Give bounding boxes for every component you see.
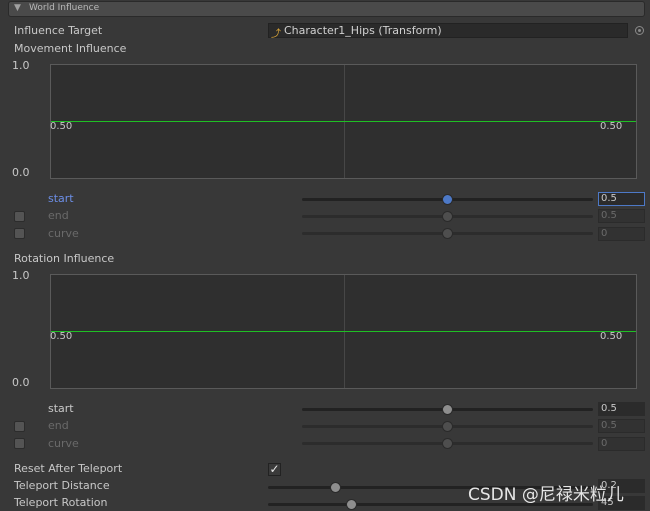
reset-after-teleport-label: Reset After Teleport (14, 462, 123, 475)
movement-end-slider-thumb[interactable] (443, 212, 452, 221)
rotation-curve-slider-thumb[interactable] (443, 439, 452, 448)
movement-axis-min: 0.0 (12, 166, 30, 179)
influence-target-value: Character1_Hips (Transform) (284, 24, 442, 37)
movement-end-field[interactable]: 0.5 (598, 209, 645, 223)
rotation-start-field[interactable]: 0.5 (598, 402, 645, 416)
movement-end-checkbox[interactable] (14, 211, 25, 222)
object-picker-icon[interactable] (635, 26, 644, 35)
watermark-text: CSDN @尼禄米粒儿 (468, 485, 624, 505)
rotation-curve-left-value: 0.50 (50, 331, 73, 342)
transform-icon: ⤴ (271, 29, 281, 40)
movement-curve-left-value: 0.50 (50, 121, 73, 132)
rotation-end-field[interactable]: 0.5 (598, 419, 645, 433)
rotation-curve-field[interactable]: 0 (598, 437, 645, 451)
movement-end-label: end (48, 209, 69, 222)
teleport-rotation-label: Teleport Rotation (14, 496, 108, 509)
rotation-curve-line[interactable] (51, 331, 636, 332)
section-title: World Influence (29, 3, 100, 13)
movement-influence-title: Movement Influence (14, 42, 127, 55)
movement-start-field[interactable]: 0.5 (598, 192, 645, 206)
reset-after-teleport-checkbox[interactable]: ✓ (268, 463, 281, 476)
movement-curve-graph[interactable] (50, 64, 637, 179)
movement-curve-field[interactable]: 0 (598, 227, 645, 241)
influence-target-field[interactable]: ⤴ Character1_Hips (Transform) (268, 23, 628, 40)
teleport-distance-label: Teleport Distance (14, 479, 110, 492)
movement-curve-right-value: 0.50 (600, 121, 623, 132)
movement-start-label: start (48, 192, 74, 205)
rotation-start-slider-thumb[interactable] (443, 405, 452, 414)
rotation-curve-label: curve (48, 437, 79, 450)
section-header[interactable]: ▼ World Influence (8, 1, 645, 17)
rotation-curve-checkbox[interactable] (14, 438, 25, 449)
rotation-influence-title: Rotation Influence (14, 252, 115, 265)
rotation-axis-max: 1.0 (12, 269, 30, 282)
teleport-distance-slider-thumb[interactable] (331, 483, 340, 492)
checkmark-icon: ✓ (269, 462, 280, 476)
rotation-end-slider-thumb[interactable] (443, 422, 452, 431)
movement-start-slider-thumb[interactable] (443, 195, 452, 204)
rotation-end-label: end (48, 419, 69, 432)
movement-curve-label: curve (48, 227, 79, 240)
rotation-curve-right-value: 0.50 (600, 331, 623, 342)
teleport-rotation-slider-thumb[interactable] (347, 500, 356, 509)
movement-curve-checkbox[interactable] (14, 228, 25, 239)
rotation-axis-min: 0.0 (12, 376, 30, 389)
movement-curve-slider-thumb[interactable] (443, 229, 452, 238)
rotation-end-checkbox[interactable] (14, 421, 25, 432)
movement-axis-max: 1.0 (12, 59, 30, 72)
rotation-curve-graph[interactable] (50, 274, 637, 389)
foldout-arrow-icon[interactable]: ▼ (14, 3, 21, 13)
movement-curve-line[interactable] (51, 121, 636, 122)
influence-target-label: Influence Target (14, 24, 103, 37)
rotation-start-label: start (48, 402, 74, 415)
